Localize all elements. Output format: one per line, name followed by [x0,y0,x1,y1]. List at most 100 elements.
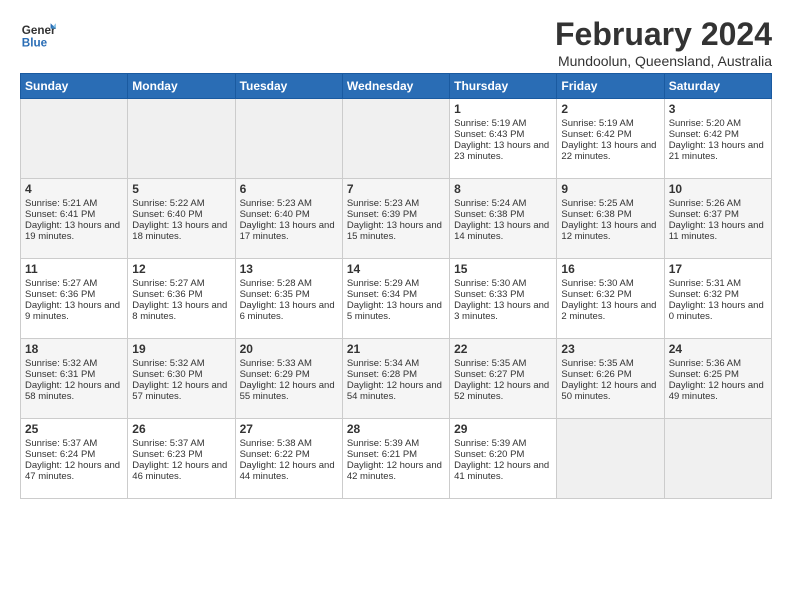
calendar-cell [128,99,235,179]
sunrise-text: Sunrise: 5:27 AM [132,278,230,289]
day-number: 25 [25,422,123,436]
day-number: 9 [561,182,659,196]
calendar-cell [557,419,664,499]
sunset-text: Sunset: 6:42 PM [561,129,659,140]
daylight-label: Daylight: 12 hours and 41 minutes. [454,460,552,482]
daylight-label: Daylight: 12 hours and 50 minutes. [561,380,659,402]
week-row-3: 11Sunrise: 5:27 AMSunset: 6:36 PMDayligh… [21,259,772,339]
sunset-text: Sunset: 6:41 PM [25,209,123,220]
day-number: 8 [454,182,552,196]
daylight-label: Daylight: 12 hours and 46 minutes. [132,460,230,482]
daylight-label: Daylight: 12 hours and 54 minutes. [347,380,445,402]
daylight-label: Daylight: 13 hours and 17 minutes. [240,220,338,242]
week-row-2: 4Sunrise: 5:21 AMSunset: 6:41 PMDaylight… [21,179,772,259]
calendar-cell: 16Sunrise: 5:30 AMSunset: 6:32 PMDayligh… [557,259,664,339]
sunrise-text: Sunrise: 5:23 AM [347,198,445,209]
weekday-header-saturday: Saturday [664,74,771,99]
sunrise-text: Sunrise: 5:28 AM [240,278,338,289]
sunset-text: Sunset: 6:36 PM [25,289,123,300]
calendar-cell: 22Sunrise: 5:35 AMSunset: 6:27 PMDayligh… [450,339,557,419]
logo: General Blue [20,16,56,52]
sunrise-text: Sunrise: 5:31 AM [669,278,767,289]
daylight-label: Daylight: 13 hours and 19 minutes. [25,220,123,242]
sunrise-text: Sunrise: 5:39 AM [347,438,445,449]
day-number: 29 [454,422,552,436]
sunrise-text: Sunrise: 5:24 AM [454,198,552,209]
calendar-cell: 21Sunrise: 5:34 AMSunset: 6:28 PMDayligh… [342,339,449,419]
daylight-label: Daylight: 13 hours and 3 minutes. [454,300,552,322]
sunrise-text: Sunrise: 5:32 AM [132,358,230,369]
day-number: 2 [561,102,659,116]
sunset-text: Sunset: 6:23 PM [132,449,230,460]
sunset-text: Sunset: 6:36 PM [132,289,230,300]
day-number: 13 [240,262,338,276]
header: General Blue February 2024 Mundoolun, Qu… [20,16,772,69]
daylight-label: Daylight: 13 hours and 12 minutes. [561,220,659,242]
day-number: 10 [669,182,767,196]
day-number: 11 [25,262,123,276]
weekday-header-thursday: Thursday [450,74,557,99]
day-number: 18 [25,342,123,356]
daylight-label: Daylight: 13 hours and 18 minutes. [132,220,230,242]
sunset-text: Sunset: 6:22 PM [240,449,338,460]
sunset-text: Sunset: 6:25 PM [669,369,767,380]
title-block: February 2024 Mundoolun, Queensland, Aus… [555,16,772,69]
sunset-text: Sunset: 6:30 PM [132,369,230,380]
weekday-header-monday: Monday [128,74,235,99]
sunrise-text: Sunrise: 5:29 AM [347,278,445,289]
day-number: 22 [454,342,552,356]
calendar-cell [342,99,449,179]
sunrise-text: Sunrise: 5:37 AM [132,438,230,449]
daylight-label: Daylight: 13 hours and 6 minutes. [240,300,338,322]
day-number: 19 [132,342,230,356]
sunrise-text: Sunrise: 5:30 AM [561,278,659,289]
daylight-label: Daylight: 13 hours and 8 minutes. [132,300,230,322]
month-title: February 2024 [555,16,772,53]
daylight-label: Daylight: 12 hours and 42 minutes. [347,460,445,482]
week-row-5: 25Sunrise: 5:37 AMSunset: 6:24 PMDayligh… [21,419,772,499]
daylight-label: Daylight: 12 hours and 52 minutes. [454,380,552,402]
calendar-cell: 27Sunrise: 5:38 AMSunset: 6:22 PMDayligh… [235,419,342,499]
sunrise-text: Sunrise: 5:38 AM [240,438,338,449]
calendar-cell: 13Sunrise: 5:28 AMSunset: 6:35 PMDayligh… [235,259,342,339]
daylight-label: Daylight: 13 hours and 9 minutes. [25,300,123,322]
sunrise-text: Sunrise: 5:27 AM [25,278,123,289]
sunset-text: Sunset: 6:40 PM [240,209,338,220]
day-number: 24 [669,342,767,356]
location: Mundoolun, Queensland, Australia [555,53,772,69]
calendar-cell [21,99,128,179]
daylight-label: Daylight: 13 hours and 22 minutes. [561,140,659,162]
daylight-label: Daylight: 12 hours and 49 minutes. [669,380,767,402]
calendar-cell: 1Sunrise: 5:19 AMSunset: 6:43 PMDaylight… [450,99,557,179]
calendar-cell: 6 Sunrise: 5:23 AMSunset: 6:40 PMDaylight… [235,179,342,259]
sunrise-text: Sunrise: 5:19 AM [561,118,659,129]
sunset-text: Sunset: 6:24 PM [25,449,123,460]
sunset-text: Sunset: 6:34 PM [347,289,445,300]
calendar-cell: 5Sunrise: 5:22 AMSunset: 6:40 PMDaylight… [128,179,235,259]
sunset-text: Sunset: 6:27 PM [454,369,552,380]
calendar-cell: 7Sunrise: 5:23 AMSunset: 6:39 PMDaylight… [342,179,449,259]
sunset-text: Sunset: 6:40 PM [132,209,230,220]
sunrise-text: Sunrise: 5:37 AM [25,438,123,449]
sunrise-text: Sunrise: 5:20 AM [669,118,767,129]
calendar-table: SundayMondayTuesdayWednesdayThursdayFrid… [20,73,772,499]
sunset-text: Sunset: 6:28 PM [347,369,445,380]
sunrise-text: Sunrise: 5:21 AM [25,198,123,209]
calendar-cell: 11 Sunrise: 5:27 AMSunset: 6:36 PMDayligh… [21,259,128,339]
calendar-cell: 2 Sunrise: 5:19 AMSunset: 6:42 PMDaylight… [557,99,664,179]
day-number: 16 [561,262,659,276]
sunrise-text: Sunrise: 5:26 AM [669,198,767,209]
calendar-cell: 20Sunrise: 5:33 AMSunset: 6:29 PMDayligh… [235,339,342,419]
week-row-1: 1Sunrise: 5:19 AMSunset: 6:43 PMDaylight… [21,99,772,179]
calendar-cell: 14Sunrise: 5:29 AMSunset: 6:34 PMDayligh… [342,259,449,339]
calendar-cell: 25Sunrise: 5:37 AMSunset: 6:24 PMDayligh… [21,419,128,499]
calendar-cell [664,419,771,499]
daylight-label: Daylight: 12 hours and 55 minutes. [240,380,338,402]
daylight-label: Daylight: 13 hours and 15 minutes. [347,220,445,242]
sunrise-text: Sunrise: 5:23 AM [240,198,338,209]
day-number: 26 [132,422,230,436]
calendar-cell [235,99,342,179]
day-number: 6 [240,182,338,196]
day-number: 14 [347,262,445,276]
daylight-label: Daylight: 13 hours and 0 minutes. [669,300,767,322]
